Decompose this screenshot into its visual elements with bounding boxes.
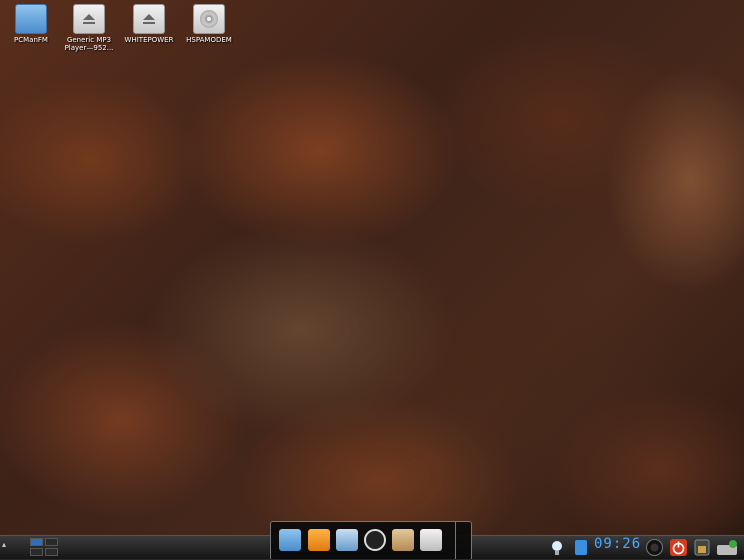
application-dock xyxy=(270,521,472,559)
desktop-icon-pcmanfm[interactable]: PCManFM xyxy=(0,4,62,44)
folder-icon[interactable] xyxy=(279,529,301,551)
power-icon[interactable] xyxy=(670,539,687,556)
drive-icon[interactable] xyxy=(420,529,442,551)
disc-icon xyxy=(193,4,225,34)
workspace-3[interactable] xyxy=(30,548,43,556)
desktop-wallpaper xyxy=(0,0,744,535)
desktop-icon-hspamodem[interactable]: HSPAMODEM xyxy=(178,4,240,44)
menu-button[interactable]: ▴ xyxy=(2,540,6,549)
desktop-icon-label: PCManFM xyxy=(14,36,48,44)
drive-icon xyxy=(73,4,105,34)
workspace-1[interactable] xyxy=(30,538,43,546)
clipboard-icon[interactable] xyxy=(574,539,588,556)
desktop-icon-label: WHITEPOWER xyxy=(124,36,174,44)
clock[interactable]: 09:26 xyxy=(594,536,641,552)
amarok-icon[interactable] xyxy=(364,529,386,551)
workspace-4[interactable] xyxy=(45,548,58,556)
bulb-icon[interactable] xyxy=(550,539,564,556)
battery-icon[interactable] xyxy=(694,539,710,556)
desktop-icon-label: Generic MP3 Player—952... xyxy=(64,36,114,52)
desktop-icon-label: HSPAMODEM xyxy=(186,36,232,44)
package-icon[interactable] xyxy=(392,529,414,551)
folder-icon xyxy=(15,4,47,34)
browser-icon[interactable] xyxy=(308,529,330,551)
workspace-pager[interactable] xyxy=(30,538,58,556)
moon-icon[interactable] xyxy=(646,539,663,556)
workspace-2[interactable] xyxy=(45,538,58,546)
drive-icon xyxy=(133,4,165,34)
dock-separator xyxy=(455,522,456,559)
desktop-icon-whitepower[interactable]: WHITEPOWER xyxy=(118,4,180,44)
desktop-icon-mp3-player[interactable]: Generic MP3 Player—952... xyxy=(58,4,120,52)
network-icon[interactable] xyxy=(716,539,740,556)
photo-icon[interactable] xyxy=(336,529,358,551)
